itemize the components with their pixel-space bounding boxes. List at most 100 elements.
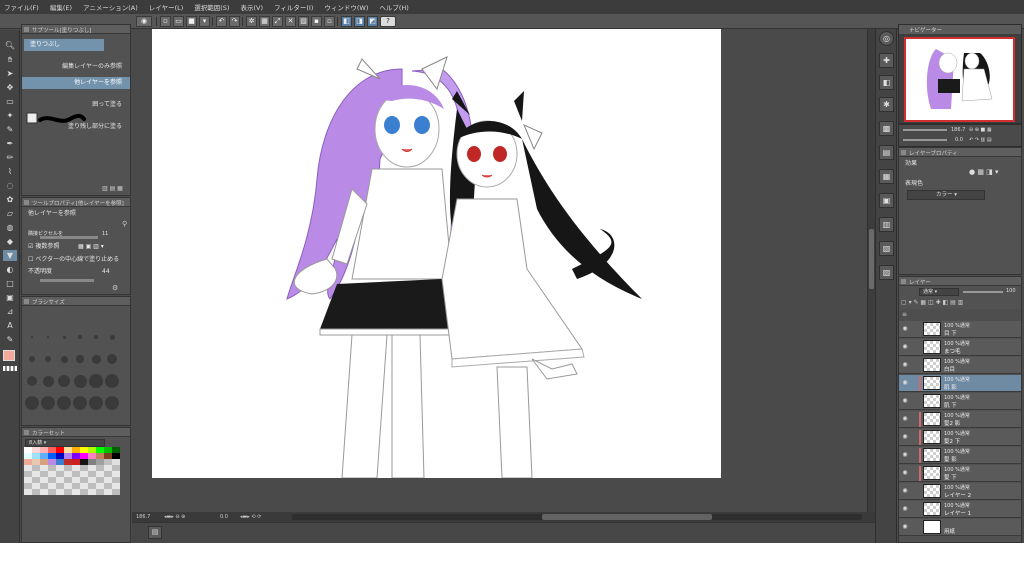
- brush-size-preset[interactable]: [78, 335, 82, 339]
- layer-row[interactable]: ◉ 100 %通常目 下: [899, 321, 1021, 338]
- eye-icon[interactable]: ◉: [901, 433, 909, 441]
- layer-effect-icons[interactable]: ● ▦ ◨ ▾: [969, 168, 999, 176]
- layer-row[interactable]: ◉ 100 %通常 白目: [899, 357, 1021, 374]
- brush-size-preset[interactable]: [89, 396, 103, 410]
- new-file-icon[interactable]: ▫: [160, 16, 171, 27]
- eye-icon[interactable]: ◉: [901, 487, 909, 495]
- menu-animation[interactable]: アニメーション(A): [83, 2, 138, 12]
- drawing-canvas[interactable]: [152, 29, 721, 479]
- subtool-fill[interactable]: 塗りつぶし: [24, 39, 104, 51]
- search-icon[interactable]: ◎: [879, 31, 894, 46]
- transparent-color-swatch[interactable]: [3, 366, 17, 371]
- brush-size-preset[interactable]: [109, 334, 115, 340]
- brush-size-preset[interactable]: [42, 375, 54, 387]
- layer-toolbar[interactable]: ▢ ▾ ✎ ▦ ◫ ✚ ◧ ▤ ▥: [901, 299, 963, 306]
- zoom-tool-icon[interactable]: 🔍︎: [3, 40, 17, 51]
- fill-tool-icon[interactable]: ◆: [3, 236, 17, 247]
- color-swatch[interactable]: [72, 489, 80, 495]
- navigator-preview[interactable]: [904, 37, 1015, 122]
- menu-filter[interactable]: フィルター(I): [274, 2, 313, 12]
- color-set-swatches[interactable]: [24, 447, 120, 519]
- brush-size-preset[interactable]: [25, 396, 39, 410]
- color-set-dropdown[interactable]: 8入籍 ▾: [25, 439, 105, 447]
- angle-value[interactable]: 0.0: [220, 512, 228, 522]
- invert-selection-icon[interactable]: ▧: [298, 16, 309, 27]
- clear-icon[interactable]: ✲: [246, 16, 257, 27]
- brush-size-preset[interactable]: [62, 335, 66, 339]
- brush-size-preset[interactable]: [76, 355, 84, 363]
- navigator-rotate-slider[interactable]: [903, 139, 947, 141]
- eye-icon[interactable]: ◉: [901, 325, 909, 333]
- color-swatch[interactable]: [112, 489, 120, 495]
- eye-icon[interactable]: ◉: [901, 379, 909, 387]
- hand-tool-icon[interactable]: ✋︎: [3, 54, 17, 65]
- brush-size-preset[interactable]: [105, 374, 119, 388]
- layer-toolbar-2[interactable]: ≡: [899, 309, 1021, 321]
- brush-size-preset[interactable]: [105, 396, 119, 410]
- color-swatch[interactable]: [40, 489, 48, 495]
- menu-file[interactable]: ファイル(F): [4, 2, 39, 12]
- subtool-enclose-fill[interactable]: 囲って塗る: [22, 99, 130, 111]
- menu-help[interactable]: ヘルプ(H): [379, 2, 408, 12]
- menu-layer[interactable]: レイヤー(L): [149, 2, 184, 12]
- tool-property-row-multiple[interactable]: ☑ 複数参照 ▦ ▣ ▥ ▾: [22, 241, 130, 253]
- history-icon[interactable]: ✱: [879, 97, 894, 112]
- selection-launcher-icon[interactable]: ▫: [324, 16, 335, 27]
- move-layer-icon[interactable]: ✥: [3, 82, 17, 93]
- eye-icon[interactable]: ◉: [901, 415, 909, 423]
- color-swatch[interactable]: [96, 489, 104, 495]
- eye-icon[interactable]: ◉: [901, 451, 909, 459]
- ruler-tool-icon[interactable]: ⊿: [3, 306, 17, 317]
- brush-size-preset[interactable]: [58, 375, 70, 387]
- dropdown-icon[interactable]: ▾: [199, 16, 210, 27]
- tool-property-row-vector[interactable]: ☐ ベクターの中心線で塗り止める: [22, 254, 130, 266]
- zoom-controls[interactable]: ◂▬▸ ⊖ ⊕: [164, 512, 185, 522]
- layer-row[interactable]: ◉ 100 %通常髪 影: [899, 447, 1021, 464]
- brush-tool-icon[interactable]: ⌇: [3, 166, 17, 177]
- navigator-rotate-buttons[interactable]: ↶ ↷ ▥ ▤: [969, 137, 992, 143]
- transform-icon[interactable]: ⤢: [272, 16, 283, 27]
- brush-size-preset[interactable]: [89, 374, 103, 388]
- gradient-icon[interactable]: ◐: [3, 264, 17, 275]
- foreground-color-swatch[interactable]: [3, 350, 15, 361]
- material-manga-icon[interactable]: ▥: [879, 217, 894, 232]
- balloon-tool-icon[interactable]: ✎: [3, 334, 17, 345]
- eye-icon[interactable]: ◉: [901, 397, 909, 405]
- brush-size-preset[interactable]: [73, 396, 87, 410]
- display-color-dropdown[interactable]: カラー ▾: [907, 190, 985, 200]
- menu-window[interactable]: ウィンドウ(W): [324, 2, 368, 12]
- layer-row[interactable]: ◉ 100 %通常 レイヤー 2: [899, 483, 1021, 500]
- auto-select-icon[interactable]: ✦: [3, 110, 17, 121]
- save-icon[interactable]: ■: [186, 16, 197, 27]
- navigator-angle-value[interactable]: 0.0: [955, 137, 963, 143]
- pen-tool-icon[interactable]: ✒︎: [3, 138, 17, 149]
- tolerance-slider[interactable]: [40, 236, 98, 239]
- layer-row[interactable]: ◉ 用紙: [899, 519, 1021, 536]
- brush-size-preset[interactable]: [94, 335, 98, 339]
- fill-outside-icon[interactable]: ▦: [259, 16, 270, 27]
- layer-opacity-slider[interactable]: [963, 291, 1003, 293]
- menu-view[interactable]: 表示(V): [240, 2, 263, 12]
- eye-icon[interactable]: ◉: [901, 361, 909, 369]
- subtool-panel-actions[interactable]: ▥ ▤ ▦: [102, 185, 123, 192]
- open-file-icon[interactable]: ▭: [173, 16, 184, 27]
- eye-icon[interactable]: ◉: [901, 469, 909, 477]
- brush-size-grid[interactable]: [24, 307, 128, 427]
- brush-size-preset[interactable]: [44, 355, 52, 363]
- eye-icon[interactable]: ◉: [901, 343, 909, 351]
- color-swatch[interactable]: [24, 489, 32, 495]
- blend-tool-icon[interactable]: ◍: [3, 222, 17, 233]
- navigator-zoom-slider[interactable]: [903, 129, 947, 131]
- layer-opacity-value[interactable]: 100: [1006, 288, 1016, 294]
- brush-size-preset[interactable]: [91, 354, 101, 364]
- snap-perspective-icon[interactable]: ◩: [367, 16, 378, 27]
- deselect-icon[interactable]: ✕: [285, 16, 296, 27]
- eyedropper-icon[interactable]: ✎: [3, 124, 17, 135]
- color-swatch[interactable]: [48, 489, 56, 495]
- layer-search-icon[interactable]: ✚: [879, 53, 894, 68]
- navigator-zoom-value[interactable]: 186.7: [951, 127, 965, 133]
- checkbox-icon[interactable]: ☐: [28, 256, 33, 263]
- layer-row[interactable]: ◉ 100 %通常 髪2 影: [899, 411, 1021, 428]
- airbrush-icon[interactable]: ◌: [3, 180, 17, 191]
- color-swatch[interactable]: [88, 489, 96, 495]
